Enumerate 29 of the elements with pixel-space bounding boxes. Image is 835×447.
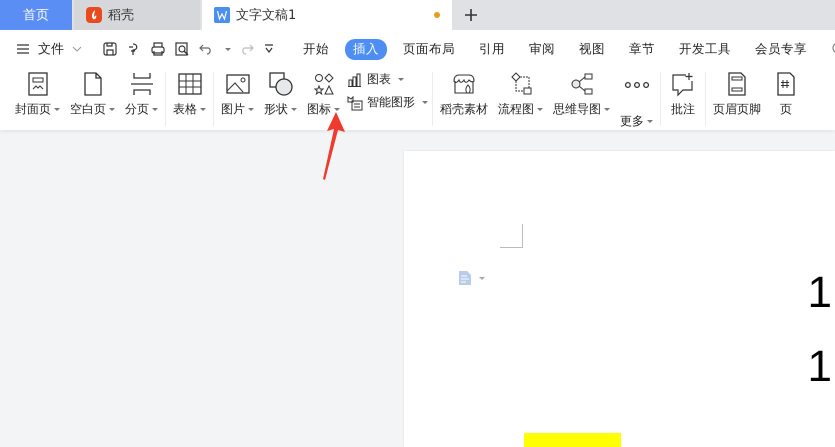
document-text: 1	[808, 269, 832, 317]
ribbon-tab[interactable]: 开始	[295, 38, 337, 60]
ribbon-button[interactable]: 表格	[170, 68, 209, 130]
document-tab[interactable]: 文字文稿1	[202, 0, 452, 30]
ribbon-button[interactable]: 空白页	[67, 68, 118, 130]
ribbon-button[interactable]: 批注	[665, 68, 701, 130]
document-tab[interactable]: 稻壳	[74, 0, 200, 30]
document-text: 1	[808, 343, 832, 391]
ribbon-button[interactable]: 页眉页脚	[710, 68, 764, 130]
ribbon-button[interactable]: 稻壳素材	[437, 68, 491, 130]
ribbon-tab[interactable]: 章节	[621, 38, 663, 60]
ribbon-button[interactable]: 图标	[304, 68, 343, 130]
ribbon-button[interactable]: 分页	[122, 68, 161, 130]
ribbon-tab[interactable]: 引用	[471, 38, 513, 60]
ribbon-button[interactable]: 智能图形	[347, 94, 428, 111]
ribbon-button[interactable]: 流程图	[495, 68, 546, 130]
ribbon-tab[interactable]: 会员专享	[747, 38, 815, 60]
ribbon-tab[interactable]: 视图	[571, 38, 613, 60]
ribbon-button[interactable]: 页	[768, 68, 804, 130]
ribbon-button[interactable]: 封面页	[12, 68, 63, 130]
ribbon-tab[interactable]: 审阅	[521, 38, 563, 60]
ribbon-button[interactable]: 思维导图	[550, 68, 613, 130]
ribbon-tab[interactable]: 开发工具	[671, 38, 739, 60]
ribbon-tab[interactable]: 页面布局	[395, 38, 463, 60]
ribbon-button[interactable]: 图表	[347, 71, 428, 88]
ribbon-button[interactable]: 更多	[617, 68, 656, 130]
ribbon-button[interactable]: 形状	[261, 68, 300, 130]
ribbon-button[interactable]: 图片	[218, 68, 257, 130]
file-menu[interactable]: 文件	[38, 40, 64, 58]
